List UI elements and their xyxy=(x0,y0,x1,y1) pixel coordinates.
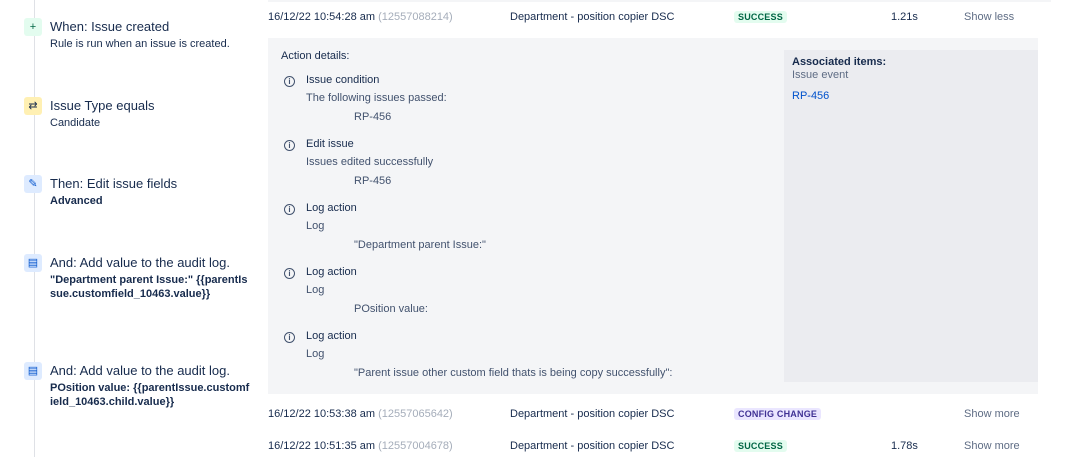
issue-link[interactable]: RP-456 xyxy=(792,90,829,102)
show-less-button[interactable]: Show less xyxy=(964,11,1014,23)
log-id: (12557065642) xyxy=(378,408,453,420)
audit-log-row[interactable]: 16/12/22 10:53:38 am (12557065642) Depar… xyxy=(268,408,1051,432)
step-detail: Advanced xyxy=(50,195,103,207)
associated-items-title: Associated items: xyxy=(792,56,887,68)
log-rule-name: Department - position copier DSC xyxy=(510,440,675,452)
status-badge: CONFIG CHANGE xyxy=(734,408,822,420)
info-icon: i xyxy=(284,76,295,87)
step-detail: POsition value: {{parentIssue.customfiel… xyxy=(50,382,250,408)
status-badge: SUCCESS xyxy=(734,11,787,23)
entry-title: Log action xyxy=(306,266,357,278)
audit-log-icon: ▤ xyxy=(24,254,42,272)
plus-icon: + xyxy=(24,18,42,36)
shuffle-icon: ⇄ xyxy=(24,97,42,115)
entry-value: "Parent issue other custom field thats i… xyxy=(354,367,673,379)
entry-value: RP-456 xyxy=(354,175,392,187)
entry-desc: Issues edited successfully xyxy=(306,156,434,168)
entry-title: Log action xyxy=(306,330,357,342)
log-rule-name: Department - position copier DSC xyxy=(510,408,675,420)
info-icon: i xyxy=(284,332,295,343)
entry-value: POsition value: xyxy=(354,303,428,315)
audit-log-row[interactable]: 16/12/22 10:51:35 am (12557004678) Depar… xyxy=(268,440,1051,464)
step-title: And: Add value to the audit log. xyxy=(50,255,230,270)
pencil-icon: ✎ xyxy=(24,175,42,193)
entry-title: Log action xyxy=(306,202,357,214)
show-more-button[interactable]: Show more xyxy=(964,408,1020,420)
info-icon: i xyxy=(284,268,295,279)
step-title: Then: Edit issue fields xyxy=(50,176,178,191)
entry-desc: Log xyxy=(306,220,325,232)
action-details-panel: Action details: i Issue condition The fo… xyxy=(268,38,1038,394)
log-id: (12557088214) xyxy=(378,11,453,23)
entry-desc: Log xyxy=(306,284,325,296)
log-duration: 1.78s xyxy=(891,440,918,452)
step-detail: "Department parent Issue:" {{parentIssue… xyxy=(50,274,248,300)
step-title: And: Add value to the audit log. xyxy=(50,363,230,378)
step-title: Issue Type equals xyxy=(50,98,155,113)
audit-log-row[interactable]: 16/12/22 10:54:28 am (12557088214) Depar… xyxy=(268,11,1051,35)
show-more-button[interactable]: Show more xyxy=(964,440,1020,452)
step-title: When: Issue created xyxy=(50,19,170,34)
entry-value: RP-456 xyxy=(354,111,392,123)
info-icon: i xyxy=(284,204,295,215)
details-title: Action details: xyxy=(281,50,350,62)
status-badge: SUCCESS xyxy=(734,440,787,452)
row-divider xyxy=(268,0,1051,2)
associated-items-panel: Associated items: Issue event RP-456 xyxy=(784,50,1038,382)
step-subtitle: Rule is run when an issue is created. xyxy=(50,38,230,50)
audit-log-icon: ▤ xyxy=(24,362,42,380)
step-subtitle: Candidate xyxy=(50,117,101,129)
log-date: 16/12/22 10:51:35 am (12557004678) xyxy=(268,440,453,452)
log-duration: 1.21s xyxy=(891,11,918,23)
log-rule-name: Department - position copier DSC xyxy=(510,11,675,23)
entry-value: "Department parent Issue:" xyxy=(354,239,486,251)
entry-title: Edit issue xyxy=(306,138,354,150)
entry-title: Issue condition xyxy=(306,74,380,86)
timeline-line xyxy=(34,0,35,457)
associated-items-type: Issue event xyxy=(792,69,849,81)
info-icon: i xyxy=(284,140,295,151)
log-date: 16/12/22 10:53:38 am (12557065642) xyxy=(268,408,453,420)
rule-steps-panel: + When: Issue created Rule is run when a… xyxy=(0,0,262,457)
entry-desc: The following issues passed: xyxy=(306,92,447,104)
entry-desc: Log xyxy=(306,348,325,360)
log-date: 16/12/22 10:54:28 am (12557088214) xyxy=(268,11,453,23)
log-id: (12557004678) xyxy=(378,440,453,452)
